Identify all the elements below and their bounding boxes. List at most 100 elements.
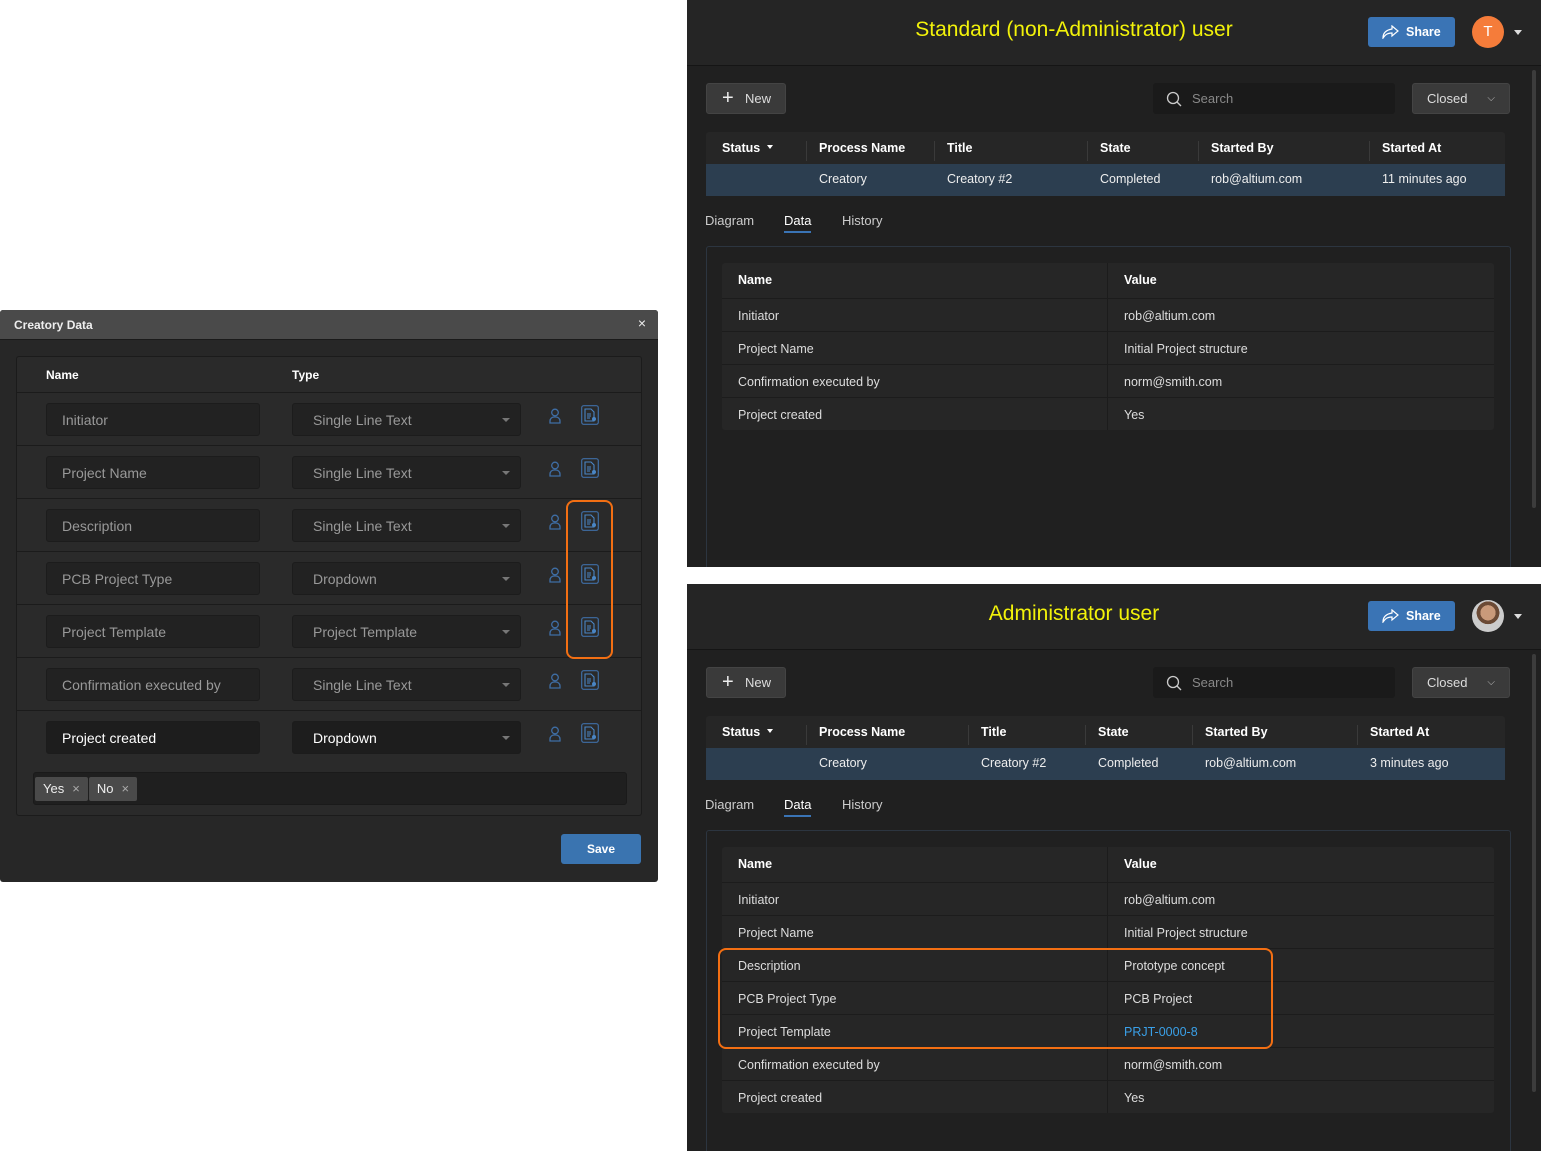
field-name-input[interactable]: Project Name xyxy=(46,456,260,489)
document-view-icon[interactable] xyxy=(581,723,599,743)
share-button[interactable]: Share xyxy=(1368,601,1455,631)
search-input[interactable]: Search xyxy=(1153,667,1395,698)
user-icon[interactable] xyxy=(549,408,561,424)
column-header-title[interactable]: Title xyxy=(934,141,972,161)
close-icon[interactable]: × xyxy=(638,315,646,331)
field-type-select[interactable]: Single Line Text xyxy=(292,668,521,701)
user-icon[interactable] xyxy=(549,673,561,689)
field-type-select[interactable]: Dropdown xyxy=(292,721,521,754)
status-filter-value: Closed xyxy=(1427,91,1468,106)
data-row: Project Name Initial Project structure xyxy=(722,915,1494,948)
column-header-process-name[interactable]: Process Name xyxy=(806,141,905,161)
new-button[interactable]: + New xyxy=(706,83,786,114)
tab-diagram[interactable]: Diagram xyxy=(705,797,754,812)
field-row: Project Template Project Template xyxy=(17,604,641,657)
field-name-input[interactable]: Project Template xyxy=(46,615,260,648)
dropdown-caret-icon xyxy=(502,683,510,687)
status-filter-select[interactable]: Closed ⌵ xyxy=(1412,667,1510,698)
option-tag-label: No xyxy=(96,781,114,796)
new-label: New xyxy=(745,91,772,106)
field-type-value: Single Line Text xyxy=(313,412,412,428)
field-type-select[interactable]: Single Line Text xyxy=(292,403,521,436)
standard-user-panel: Standard (non-Administrator) user Share T +… xyxy=(687,0,1541,567)
share-button[interactable]: Share xyxy=(1368,17,1455,47)
sort-caret-icon[interactable] xyxy=(767,729,773,733)
search-input[interactable]: Search xyxy=(1153,83,1395,114)
administrator-user-panel: Administrator user Share + New Search Closed ⌵… xyxy=(687,584,1541,1151)
data-value-cell: Initial Project structure xyxy=(1124,926,1248,940)
save-button[interactable]: Save xyxy=(561,834,641,864)
field-name-input[interactable]: Description xyxy=(46,509,260,542)
field-name-input[interactable]: Confirmation executed by xyxy=(46,668,260,701)
remove-tag-icon[interactable]: × xyxy=(121,781,129,796)
tab-diagram[interactable]: Diagram xyxy=(705,213,754,228)
tab-history[interactable]: History xyxy=(842,213,882,228)
processes-table: Status Process Name Title State Started By St… xyxy=(706,716,1505,780)
plus-icon: + xyxy=(722,671,734,693)
account-menu-caret-icon[interactable] xyxy=(1514,30,1522,35)
column-header-process-name[interactable]: Process Name xyxy=(806,725,905,745)
chevron-down-icon: ⌵ xyxy=(1487,677,1495,688)
column-header-started-by[interactable]: Started By xyxy=(1192,725,1268,745)
column-header-status[interactable]: Status xyxy=(706,725,760,745)
table-cell: Completed xyxy=(1100,172,1161,186)
user-avatar[interactable]: T xyxy=(1472,16,1504,48)
tab-data[interactable]: Data xyxy=(784,213,812,233)
field-name-input[interactable]: Project created xyxy=(46,721,260,754)
column-header-started-by[interactable]: Started By xyxy=(1198,141,1274,161)
data-name-cell: Project created xyxy=(738,408,823,422)
field-row: Confirmation executed by Single Line Text xyxy=(17,657,641,710)
remove-tag-icon[interactable]: × xyxy=(72,781,80,796)
scrollbar[interactable] xyxy=(1532,70,1536,508)
scrollbar[interactable] xyxy=(1532,654,1536,1092)
user-icon[interactable] xyxy=(549,461,561,477)
column-header-state[interactable]: State xyxy=(1087,141,1131,161)
share-label: Share xyxy=(1406,609,1441,623)
column-header-started-at[interactable]: Started At xyxy=(1357,725,1429,745)
plus-icon: + xyxy=(722,87,734,109)
field-row: Initiator Single Line Text xyxy=(17,392,641,445)
options-tag-input[interactable]: Yes × No × xyxy=(33,772,627,805)
field-name-input[interactable]: PCB Project Type xyxy=(46,562,260,595)
field-type-select[interactable]: Dropdown xyxy=(292,562,521,595)
column-header-status[interactable]: Status xyxy=(706,141,760,161)
status-filter-select[interactable]: Closed ⌵ xyxy=(1412,83,1510,114)
processes-table: Status Process Name Title State Started By St… xyxy=(706,132,1505,196)
highlight-box xyxy=(566,500,613,659)
tab-data[interactable]: Data xyxy=(784,797,812,817)
user-icon[interactable] xyxy=(549,726,561,742)
column-header-title[interactable]: Title xyxy=(968,725,1006,745)
user-icon[interactable] xyxy=(549,620,561,636)
dropdown-caret-icon xyxy=(502,577,510,581)
option-tag: No × xyxy=(88,777,138,801)
column-header-started-at[interactable]: Started At xyxy=(1369,141,1441,161)
document-view-icon[interactable] xyxy=(581,458,599,478)
column-divider xyxy=(1107,299,1108,331)
data-value-cell: Initial Project structure xyxy=(1124,342,1248,356)
field-type-select[interactable]: Single Line Text xyxy=(292,456,521,489)
user-icon[interactable] xyxy=(549,514,561,530)
account-menu-caret-icon[interactable] xyxy=(1514,614,1522,619)
data-name-cell: Confirmation executed by xyxy=(738,1058,880,1072)
field-name-input[interactable]: Initiator xyxy=(46,403,260,436)
table-row-selected[interactable]: Creatory Creatory #2 Completed rob@altium.c… xyxy=(706,748,1505,780)
data-row: Confirmation executed by norm@smith.com xyxy=(722,1047,1494,1080)
column-header-state[interactable]: State xyxy=(1085,725,1129,745)
document-view-icon[interactable] xyxy=(581,670,599,690)
table-cell: Creatory #2 xyxy=(981,756,1047,770)
user-icon[interactable] xyxy=(549,567,561,583)
field-type-value: Dropdown xyxy=(313,571,377,587)
data-name-cell: Project Name xyxy=(738,926,814,940)
new-button[interactable]: + New xyxy=(706,667,786,698)
field-type-select[interactable]: Project Template xyxy=(292,615,521,648)
field-type-select[interactable]: Single Line Text xyxy=(292,509,521,542)
tab-history[interactable]: History xyxy=(842,797,882,812)
field-row: Project created Dropdown xyxy=(17,710,641,763)
data-name-cell: Project created xyxy=(738,1091,823,1105)
sort-caret-icon[interactable] xyxy=(767,145,773,149)
document-view-icon[interactable] xyxy=(581,405,599,425)
user-avatar[interactable] xyxy=(1472,600,1504,632)
column-divider xyxy=(1107,1081,1108,1113)
table-row-selected[interactable]: Creatory Creatory #2 Completed rob@altium.c… xyxy=(706,164,1505,196)
data-table-header: Name Value xyxy=(722,847,1494,882)
